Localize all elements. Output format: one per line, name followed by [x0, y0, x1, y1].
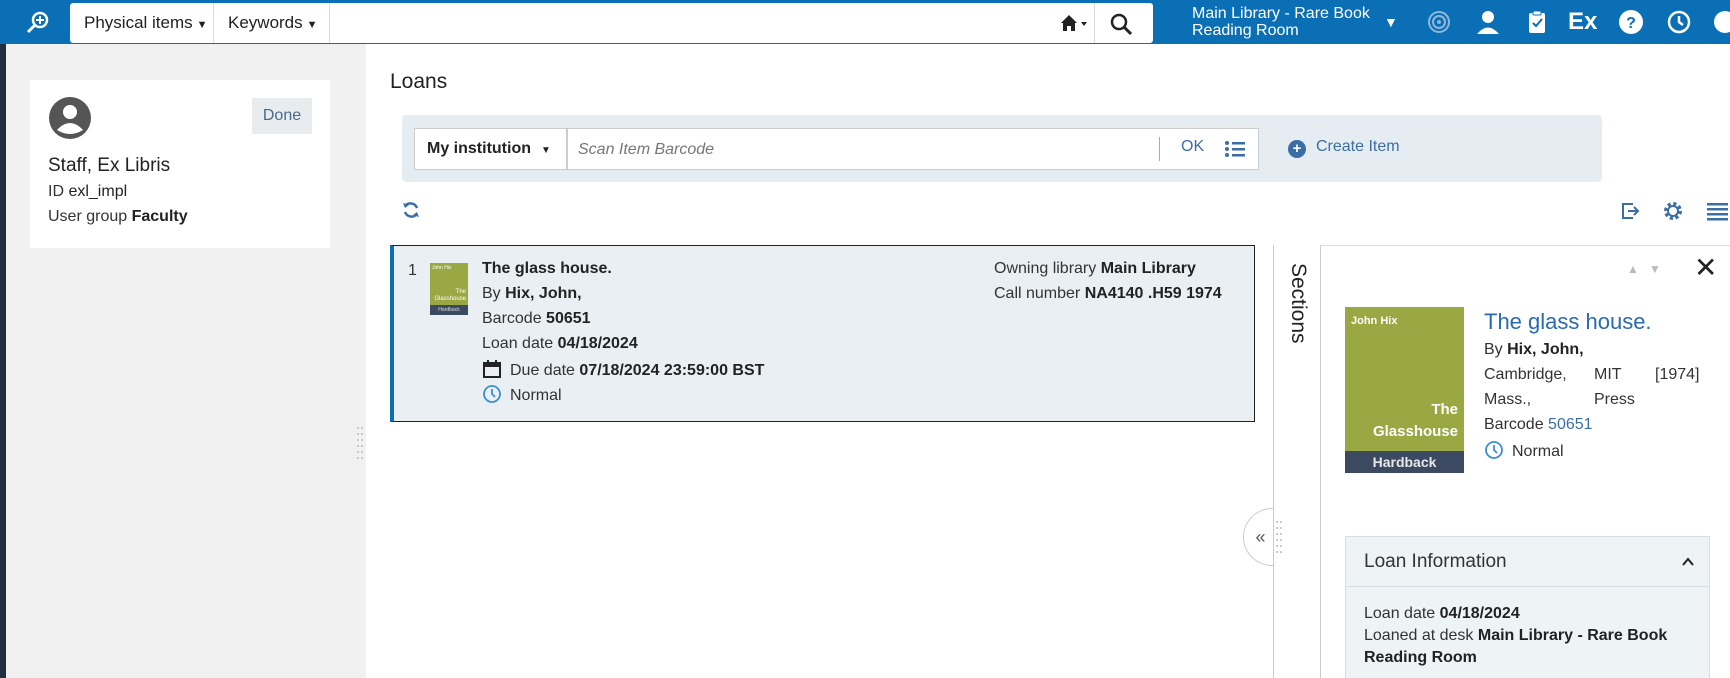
ok-button[interactable]: OK: [1181, 138, 1204, 156]
item-barcode: Barcode 50651: [482, 310, 591, 327]
scan-field: OK: [567, 128, 1259, 170]
scan-separator: [1159, 137, 1160, 161]
clipboard-icon[interactable]: [1524, 9, 1550, 35]
clock-icon: [483, 385, 501, 403]
list-icon[interactable]: [1223, 138, 1247, 160]
book-cover: John Hix The Glasshouse Hardback: [1345, 307, 1464, 473]
home-icon[interactable]: [1058, 11, 1092, 35]
location-line-2: Reading Room: [1192, 22, 1299, 39]
export-icon[interactable]: [1619, 200, 1641, 222]
search-icon[interactable]: [1108, 11, 1134, 37]
page-title: Loans: [390, 70, 448, 93]
search-input[interactable]: [334, 3, 1034, 43]
loan-information-section: Loan Information Loan date 04/18/2024 Lo…: [1345, 536, 1710, 678]
item-author: By Hix, John,: [482, 285, 582, 302]
gear-icon[interactable]: [1662, 200, 1684, 222]
detail-place-1: Cambridge,: [1484, 366, 1567, 383]
user-icon[interactable]: [1475, 9, 1501, 35]
radar-icon[interactable]: [1426, 9, 1452, 35]
scan-barcode-input[interactable]: [578, 139, 1138, 161]
collapse-panel-button[interactable]: «: [1243, 508, 1277, 566]
avatar: [49, 97, 91, 139]
item-loan-date: Loan date 04/18/2024: [482, 335, 638, 352]
close-icon[interactable]: ✕: [1694, 254, 1717, 282]
list-view-icon[interactable]: [1706, 200, 1728, 222]
search-field-dropdown[interactable]: Keywords ▼: [214, 3, 330, 43]
item-title: The glass house.: [482, 260, 612, 277]
loan-item-row[interactable]: 1 John Hix The Glasshouse Hardback The gl…: [390, 245, 1255, 422]
item-owning-library: Owning library Main Library: [994, 260, 1196, 277]
help-icon[interactable]: ?: [1618, 9, 1644, 35]
detail-policy: Normal: [1484, 440, 1564, 461]
refresh-icon[interactable]: [401, 200, 421, 220]
user-group: User group Faculty: [48, 208, 188, 225]
chevron-down-icon[interactable]: ▼: [1384, 14, 1398, 30]
loan-info-date: Loan date 04/18/2024: [1364, 605, 1520, 622]
next-item-icon[interactable]: ▼: [1649, 262, 1661, 276]
resize-handle[interactable]: [356, 424, 364, 464]
detail-year: [1974]: [1655, 366, 1700, 383]
item-policy: Normal: [482, 384, 562, 405]
search-type-dropdown[interactable]: Physical items ▼: [70, 3, 214, 43]
loan-information-header[interactable]: Loan Information: [1346, 537, 1709, 587]
scan-bar: My institution▼ OK +Create Item: [402, 115, 1602, 182]
item-detail-pane: ▲ ▼ ✕ John Hix The Glasshouse Hardback Th…: [1321, 245, 1730, 678]
detail-publisher-2: Press: [1594, 391, 1635, 408]
plus-icon: +: [1288, 140, 1306, 158]
create-item-button[interactable]: + Create Item: [1288, 138, 1400, 158]
top-bar: Physical items ▼ Keywords ▼ Main Library -…: [0, 0, 1730, 44]
item-due-date: Due date 07/18/2024 23:59:00 BST: [482, 359, 764, 380]
done-button[interactable]: Done: [252, 98, 312, 134]
previous-item-icon[interactable]: ▲: [1627, 262, 1639, 276]
detail-publisher-1: MIT: [1594, 366, 1622, 383]
chat-icon[interactable]: [1712, 9, 1730, 35]
app-search-icon[interactable]: [22, 8, 54, 36]
ex-icon[interactable]: Ex: [1568, 8, 1598, 35]
detail-barcode-link[interactable]: 50651: [1548, 416, 1593, 433]
detail-title[interactable]: The glass house.: [1484, 309, 1652, 335]
detail-barcode: Barcode 50651: [1484, 416, 1593, 433]
loan-information-title: Loan Information: [1364, 551, 1507, 572]
svg-text:?: ?: [1626, 15, 1636, 32]
search-box: Physical items ▼ Keywords ▼: [70, 3, 1153, 43]
search-separator: [1094, 3, 1095, 43]
user-card: Done Staff, Ex Libris ID exl_impl User g…: [30, 80, 330, 248]
chevron-up-icon[interactable]: [1681, 555, 1695, 569]
user-name: Staff, Ex Libris: [48, 155, 171, 176]
clock-icon: [1485, 441, 1503, 459]
sections-resize-handle[interactable]: [1275, 518, 1283, 558]
search-field-label: Keywords: [228, 13, 303, 32]
calendar-icon: [483, 360, 501, 378]
item-call-number: Call number NA4140 .H59 1974: [994, 285, 1222, 302]
search-type-label: Physical items: [84, 13, 193, 32]
detail-place-2: Mass.,: [1484, 391, 1532, 408]
sections-panel[interactable]: Sections: [1273, 245, 1321, 678]
location-line-1: Main Library - Rare Book: [1192, 5, 1370, 22]
book-thumbnail: John Hix The Glasshouse Hardback: [430, 263, 468, 315]
item-index: 1: [408, 262, 417, 279]
institution-dropdown[interactable]: My institution ▼: [414, 128, 567, 170]
history-icon[interactable]: [1666, 9, 1692, 35]
sections-label: Sections: [1287, 263, 1310, 344]
location-selector[interactable]: Main Library - Rare Book Reading Room: [1192, 5, 1392, 39]
user-id: ID exl_impl: [48, 183, 128, 200]
detail-author: By Hix, John,: [1484, 341, 1584, 358]
loan-info-desk: Loaned at desk Main Library - Rare Book R…: [1364, 627, 1668, 666]
